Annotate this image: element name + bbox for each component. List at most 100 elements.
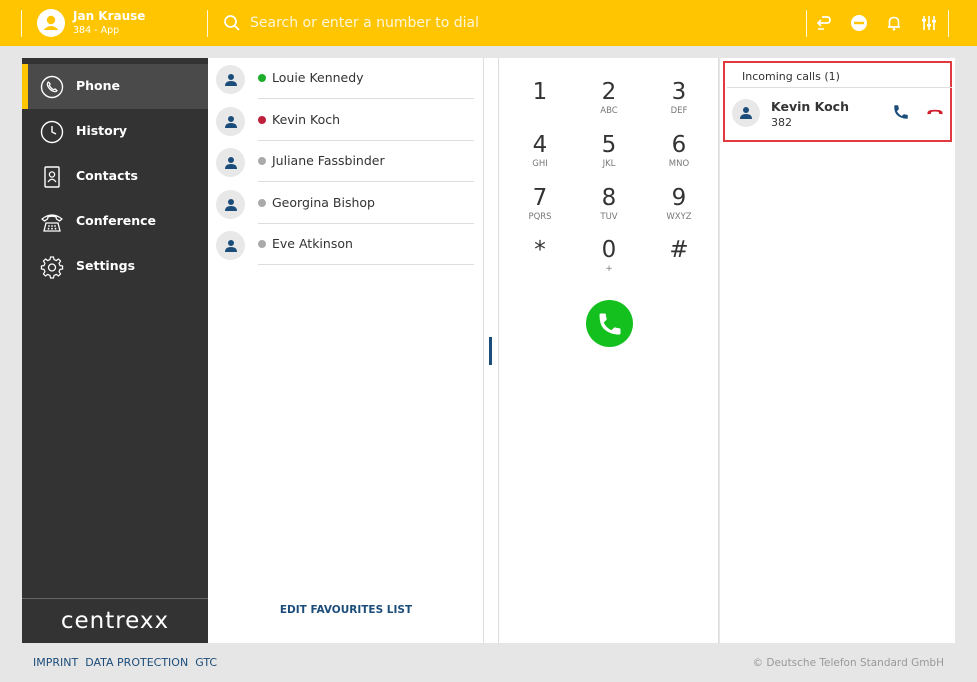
key-digit: 0: [601, 237, 617, 263]
key-digit: 7: [532, 185, 548, 211]
key-letters: +: [605, 264, 613, 274]
search-icon: [224, 15, 240, 31]
key-digit: *: [534, 237, 546, 263]
sidebar-item-history[interactable]: History: [22, 109, 208, 154]
key-letters: DEF: [670, 106, 688, 116]
conference-phone-icon: [41, 214, 63, 232]
row-divider: [258, 98, 474, 99]
do-not-disturb-icon: [851, 15, 867, 31]
dial-key-2[interactable]: 2 ABC: [579, 78, 639, 126]
header-divider: [207, 10, 208, 37]
favourite-contact[interactable]: Georgina Bishop: [208, 183, 484, 224]
sidebar-item-label: Settings: [76, 258, 136, 273]
favourite-contact[interactable]: Kevin Koch: [208, 100, 484, 141]
edit-favourites-button[interactable]: EDIT FAVOURITES LIST: [208, 604, 484, 616]
row-divider: [258, 264, 474, 265]
header-divider: [948, 10, 949, 37]
top-bar: Jan Krause 384 - App: [0, 0, 977, 46]
incoming-calls-panel: Incoming calls (1) Kevin Koch 382: [720, 58, 955, 643]
call-forward-icon: [816, 16, 831, 30]
key-letters: WXYZ: [666, 212, 692, 222]
status-dot: [258, 157, 266, 165]
incoming-calls-highlight: Incoming calls (1) Kevin Koch 382: [723, 61, 952, 142]
contact-name: Juliane Fassbinder: [272, 153, 385, 168]
gtc-link[interactable]: GTC: [195, 656, 217, 669]
dial-key-4[interactable]: 4 GHI: [510, 131, 570, 179]
favourite-contact[interactable]: Juliane Fassbinder: [208, 141, 484, 182]
person-icon: [224, 239, 237, 252]
data-protection-link[interactable]: DATA PROTECTION: [85, 656, 188, 669]
favourite-contact[interactable]: Eve Atkinson: [208, 224, 484, 265]
key-letters: MNO: [668, 159, 690, 169]
user-avatar[interactable]: [37, 9, 65, 37]
key-letters: PQRS: [528, 212, 552, 222]
bell-icon: [888, 16, 900, 31]
contact-name: Georgina Bishop: [272, 195, 375, 210]
imprint-link[interactable]: IMPRINT: [33, 656, 78, 669]
dial-key-7[interactable]: 7 PQRS: [510, 184, 570, 232]
reject-call-button[interactable]: [926, 103, 944, 121]
notifications-button[interactable]: [884, 13, 904, 33]
call-button[interactable]: [586, 300, 633, 347]
dialpad: 1 2 ABC 3 DEF 4 GHI 5 JKL 6 MNO 7 PQRS 8 TUV 9W…: [499, 58, 719, 643]
user-icon: [43, 15, 59, 30]
contact-avatar: [216, 148, 245, 177]
sidebar-item-label: Conference: [76, 213, 157, 228]
user-name: Jan Krause: [73, 9, 146, 23]
caller-name: Kevin Koch: [771, 99, 849, 114]
key-digit: 9: [671, 185, 687, 211]
contact-avatar: [216, 190, 245, 219]
user-extension: 384 - App: [73, 25, 120, 36]
dial-key-8[interactable]: 8 TUV: [579, 184, 639, 232]
search-input[interactable]: [250, 10, 790, 36]
contact-name: Eve Atkinson: [272, 236, 353, 251]
contacts-book-icon: [44, 166, 60, 188]
contact-name: Louie Kennedy: [272, 70, 364, 85]
favourite-contact[interactable]: Louie Kennedy: [208, 58, 484, 99]
phone-icon: [894, 105, 908, 119]
status-dot: [258, 116, 266, 124]
sidebar-item-conference[interactable]: Conference: [22, 199, 208, 244]
phone-icon: [40, 75, 64, 99]
sidebar-item-phone[interactable]: Phone: [22, 64, 208, 109]
brand-logo: centrexx: [60, 608, 170, 634]
key-letters: JKL: [602, 159, 616, 169]
incoming-calls-title: Incoming calls (1): [742, 70, 840, 83]
dial-key-star[interactable]: *: [510, 236, 570, 284]
dial-key-3[interactable]: 3 DEF: [649, 78, 709, 126]
panel-splitter: [484, 58, 499, 643]
sidebar-item-label: Contacts: [76, 168, 138, 183]
accept-call-button[interactable]: [892, 103, 910, 121]
contact-avatar: [216, 231, 245, 260]
caller-avatar: [732, 99, 760, 127]
dial-key-5[interactable]: 5 JKL: [579, 131, 639, 179]
dial-key-1[interactable]: 1: [510, 78, 570, 126]
dial-key-hash[interactable]: #: [649, 236, 709, 284]
sidebar-item-settings[interactable]: Settings: [22, 244, 208, 289]
caller-number: 382: [771, 116, 792, 129]
contact-avatar: [216, 65, 245, 94]
favourites-panel: Louie Kennedy Kevin Koch Juliane Fassbin…: [208, 58, 484, 643]
settings-button[interactable]: [919, 13, 939, 33]
header-divider: [21, 10, 22, 37]
key-digit: #: [669, 237, 689, 263]
copyright-text: © Deutsche Telefon Standard GmbH: [752, 657, 944, 669]
resize-handle[interactable]: [489, 337, 492, 365]
dial-key-0[interactable]: 0 +: [579, 236, 639, 284]
sidebar: Phone History Contacts Conference Settin…: [22, 58, 208, 643]
key-digit: 5: [601, 132, 617, 158]
sidebar-item-contacts[interactable]: Contacts: [22, 154, 208, 199]
hang-up-icon: [927, 109, 943, 115]
dial-key-9[interactable]: 9 WXYZ: [649, 184, 709, 232]
key-letters: ABC: [600, 106, 618, 116]
header-divider: [806, 10, 807, 37]
do-not-disturb-button[interactable]: [849, 13, 869, 33]
person-icon: [224, 198, 237, 211]
sidebar-divider: [22, 598, 208, 599]
clock-icon: [40, 120, 64, 144]
key-digit: 2: [601, 79, 617, 105]
call-forward-button[interactable]: [814, 13, 834, 33]
sidebar-item-label: History: [76, 123, 128, 138]
gear-icon: [40, 256, 64, 279]
dial-key-6[interactable]: 6 MNO: [649, 131, 709, 179]
